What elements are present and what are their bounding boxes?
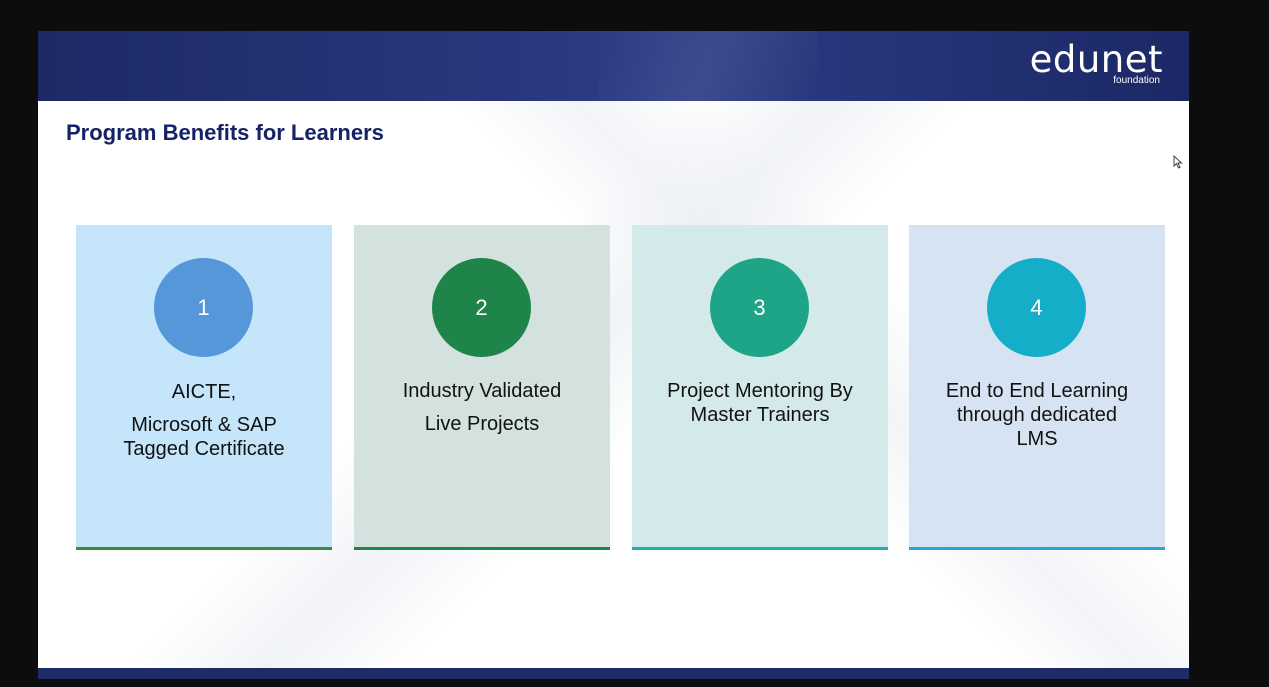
benefit-text-line: Tagged Certificate xyxy=(123,438,285,460)
mouse-cursor-icon xyxy=(1173,155,1183,169)
benefit-text-line: Microsoft & SAP xyxy=(131,414,277,436)
card-accent-rule xyxy=(354,547,610,550)
benefit-card-4: 4 End to End Learning through dedicated … xyxy=(909,225,1165,550)
benefit-text-line: End to End Learning xyxy=(945,380,1129,402)
step-number-circle: 2 xyxy=(432,258,531,357)
benefit-card-3: 3 Project Mentoring By Master Trainers xyxy=(632,225,888,550)
step-number-circle: 3 xyxy=(710,258,809,357)
presentation-slide: edunet foundation Program Benefits for L… xyxy=(38,31,1189,679)
step-number-circle: 1 xyxy=(154,258,253,357)
benefit-text: End to End Learning through dedicated LM… xyxy=(919,379,1155,451)
benefit-text-line: Live Projects xyxy=(424,413,540,435)
logo-wordmark: edunet xyxy=(1029,38,1163,81)
benefit-text-line: Project Mentoring By xyxy=(667,380,853,402)
edunet-logo: edunet foundation xyxy=(1030,40,1163,86)
footer-band xyxy=(38,668,1189,679)
benefit-text-line: Master Trainers xyxy=(690,404,830,426)
benefit-text: Industry Validated Live Projects xyxy=(364,379,600,436)
benefit-text: Project Mentoring By Master Trainers xyxy=(642,379,878,427)
step-number-circle: 4 xyxy=(987,258,1086,357)
card-accent-rule xyxy=(632,547,888,550)
benefit-text-line: LMS xyxy=(1016,428,1058,450)
header-band: edunet foundation xyxy=(38,31,1189,101)
card-accent-rule xyxy=(909,547,1165,550)
benefit-card-1: 1 AICTE, Microsoft & SAP Tagged Certific… xyxy=(76,225,332,550)
card-accent-rule xyxy=(76,547,332,550)
benefit-card-2: 2 Industry Validated Live Projects xyxy=(354,225,610,550)
benefit-text: AICTE, Microsoft & SAP Tagged Certificat… xyxy=(86,380,322,461)
page-title: Program Benefits for Learners xyxy=(66,120,384,145)
benefit-text-line: Industry Validated xyxy=(402,380,562,402)
benefit-text-line: AICTE, xyxy=(171,381,237,403)
benefit-text-line: through dedicated xyxy=(956,404,1118,426)
